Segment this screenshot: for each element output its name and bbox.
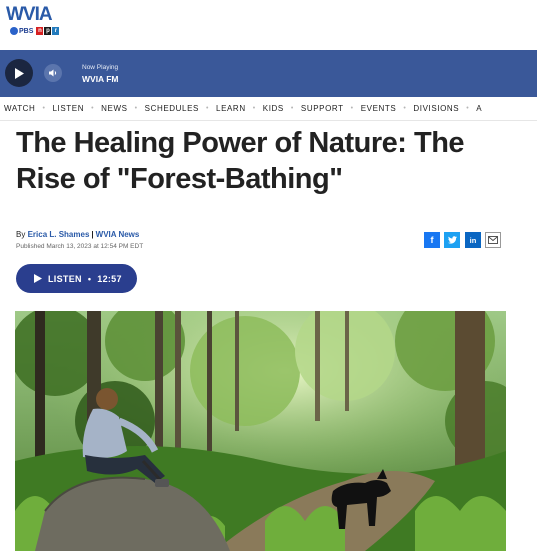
nav-support[interactable]: SUPPORT • [301, 104, 361, 113]
facebook-icon: f [430, 235, 434, 245]
nav-events[interactable]: EVENTS • [361, 104, 414, 113]
npr-logo: n p r [36, 27, 60, 35]
listen-dot: • [87, 273, 92, 284]
byline: By Erica L. Shames | WVIA News [16, 230, 140, 239]
nav-listen[interactable]: LISTEN • [53, 104, 102, 113]
share-twitter-button[interactable] [444, 232, 460, 248]
pbs-logo: PBS [10, 27, 33, 35]
volume-icon [49, 69, 57, 77]
outlet-link[interactable]: WVIA News [96, 230, 140, 239]
logo-wordmark: WVIA [6, 4, 53, 25]
pbs-head-icon [10, 27, 18, 35]
nav-schedules[interactable]: SCHEDULES • [145, 104, 216, 113]
listen-button[interactable]: LISTEN • 12:57 [16, 264, 137, 293]
share-linkedin-button[interactable]: in [465, 232, 481, 248]
article-hero-image[interactable] [15, 311, 506, 551]
nav-learn[interactable]: LEARN • [216, 104, 263, 113]
author-link[interactable]: Erica L. Shames [28, 230, 90, 239]
nav-watch[interactable]: WATCH • [0, 104, 53, 113]
nav-divisions[interactable]: DIVISIONS • [413, 104, 476, 113]
npr-p: p [44, 27, 52, 35]
forest-trail-image [15, 311, 506, 551]
article-title: The Healing Power of Nature: The Rise of… [16, 127, 465, 195]
listen-duration: 12:57 [97, 273, 122, 284]
mail-icon [488, 236, 498, 244]
main-nav: WATCH • LISTEN • NEWS • SCHEDULES • LEARN • K… [0, 97, 537, 121]
play-button[interactable] [5, 59, 33, 87]
nav-news[interactable]: NEWS • [101, 104, 144, 113]
listen-label: LISTEN [48, 273, 82, 284]
linkedin-icon: in [469, 235, 477, 245]
now-playing-label: Now Playing [82, 64, 119, 71]
play-icon [15, 67, 24, 79]
play-icon [34, 274, 42, 283]
npr-r: r [52, 27, 60, 35]
now-playing-station[interactable]: WVIA FM [82, 74, 119, 84]
share-facebook-button[interactable]: f [424, 232, 440, 248]
npr-n: n [36, 27, 44, 35]
site-header: WVIA PBS n p r [0, 0, 537, 50]
nav-kids[interactable]: KIDS • [263, 104, 301, 113]
nav-more[interactable]: A [476, 104, 482, 113]
published-date: Published March 13, 2023 at 12:54 PM EDT [16, 243, 144, 250]
logo-partners: PBS n p r [10, 27, 60, 35]
volume-button[interactable] [44, 64, 62, 82]
live-player-bar: Now Playing WVIA FM [0, 50, 537, 97]
share-email-button[interactable] [485, 232, 501, 248]
wvia-logo[interactable]: WVIA PBS n p r [6, 4, 66, 38]
twitter-icon [447, 236, 457, 244]
